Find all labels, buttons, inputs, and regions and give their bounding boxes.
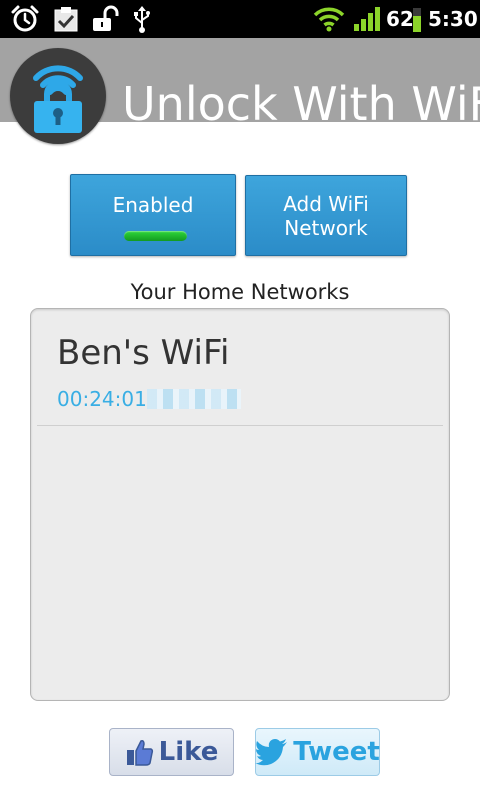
home-networks-title: Your Home Networks [130, 280, 350, 304]
home-networks-list[interactable]: Ben's WiFi 00:24:01 [30, 308, 450, 701]
app-logo [10, 48, 106, 144]
unlocked-padlock-icon [90, 5, 120, 33]
tweet-label: Tweet [293, 737, 380, 767]
battery-level: 62 [386, 7, 414, 31]
add-wifi-network-button[interactable]: Add WiFi Network [245, 175, 407, 256]
enabled-indicator [124, 231, 187, 241]
list-divider [37, 425, 443, 426]
thumbs-up-icon [125, 737, 155, 767]
wifi-padlock-logo-icon [10, 48, 106, 144]
battery-icon [412, 5, 422, 33]
checklist-icon [52, 5, 80, 33]
facebook-like-button[interactable]: Like [109, 728, 234, 776]
app-title: Unlock With WiFi [122, 77, 480, 131]
status-time: 5:30 [428, 7, 478, 31]
status-bar: 62 5:30 [0, 0, 480, 38]
enabled-label: Enabled [112, 193, 194, 217]
list-item[interactable]: Ben's WiFi 00:24:01 [31, 309, 449, 425]
network-name: Ben's WiFi [57, 333, 230, 373]
like-label: Like [158, 737, 219, 767]
alarm-icon [8, 5, 42, 33]
network-mac-address: 00:24:01 [57, 387, 147, 411]
add-network-label-line1: Add WiFi [283, 192, 369, 216]
cell-signal-icon [352, 5, 382, 33]
enabled-toggle-button[interactable]: Enabled [70, 174, 236, 256]
wifi-signal-icon [312, 5, 346, 33]
redacted-mac-suffix [147, 389, 241, 409]
add-network-label-line2: Network [284, 216, 368, 240]
twitter-bird-icon [255, 738, 289, 766]
usb-icon [130, 5, 154, 33]
tweet-button[interactable]: Tweet [255, 728, 380, 776]
